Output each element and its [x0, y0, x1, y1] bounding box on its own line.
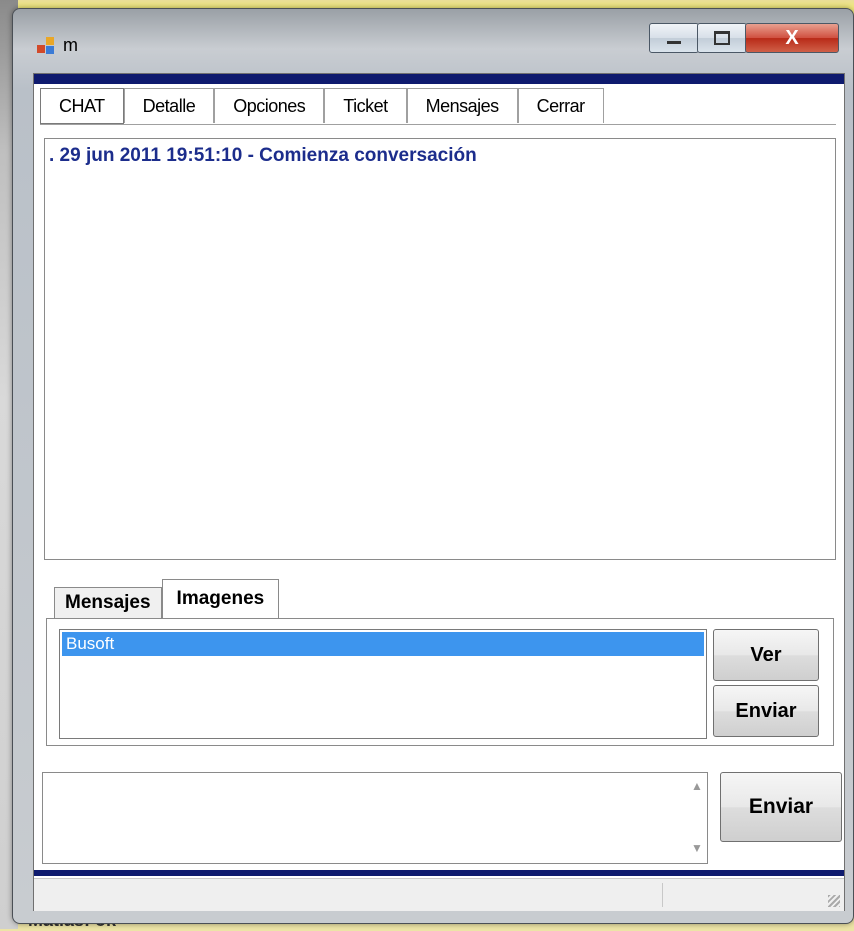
scroll-down-icon[interactable]: ▼: [691, 841, 703, 855]
close-button[interactable]: X: [745, 23, 839, 53]
send-image-button[interactable]: Enviar: [713, 685, 819, 737]
minimize-button[interactable]: [649, 23, 699, 53]
message-input[interactable]: ▲ ▼: [42, 772, 708, 864]
app-icon: [37, 37, 55, 55]
tab-opciones[interactable]: Opciones: [214, 88, 325, 123]
scroll-up-icon[interactable]: ▲: [691, 779, 703, 793]
resize-grip-icon[interactable]: [828, 895, 840, 907]
tab-mensajes[interactable]: Mensajes: [406, 88, 518, 123]
accent-bar-bottom: [34, 870, 844, 876]
title-bar[interactable]: m X: [13, 9, 853, 71]
message-scrollbar[interactable]: ▲ ▼: [687, 773, 707, 863]
main-tab-strip: CHAT Detalle Opciones Ticket Mensajes Ce…: [40, 88, 604, 124]
status-separator: [662, 883, 663, 907]
status-bar: [34, 878, 844, 911]
attachments-panel: Mensajes Imagenes Busoft Ver Enviar: [44, 578, 838, 756]
client-area: CHAT Detalle Opciones Ticket Mensajes Ce…: [33, 73, 845, 911]
tab-cerrar[interactable]: Cerrar: [517, 88, 604, 123]
subtab-imagenes[interactable]: Imagenes: [161, 579, 280, 618]
image-list-item[interactable]: Busoft: [62, 632, 704, 656]
send-message-button[interactable]: Enviar: [720, 772, 842, 842]
chat-transcript[interactable]: . 29 jun 2011 19:51:10 - Comienza conver…: [44, 138, 836, 560]
maximize-icon: [714, 31, 730, 45]
chat-line: . 29 jun 2011 19:51:10 - Comienza conver…: [49, 145, 477, 166]
app-window: m X CHAT Detalle Opciones Ticket Mensaje…: [12, 8, 854, 924]
minimize-icon: [667, 40, 681, 44]
maximize-button[interactable]: [697, 23, 747, 53]
images-tab-body: Busoft Ver Enviar: [46, 618, 834, 746]
window-title: m: [63, 35, 78, 55]
image-list[interactable]: Busoft: [59, 629, 707, 739]
tab-detalle[interactable]: Detalle: [123, 88, 215, 123]
sub-tab-strip: Mensajes Imagenes: [54, 578, 280, 618]
subtab-mensajes[interactable]: Mensajes: [54, 587, 162, 618]
accent-bar-top: [34, 74, 844, 84]
view-image-button[interactable]: Ver: [713, 629, 819, 681]
caption-buttons: X: [649, 23, 839, 53]
tab-chat[interactable]: CHAT: [40, 88, 124, 124]
tab-divider: [40, 124, 836, 125]
list-item-underline: [62, 656, 214, 658]
tab-ticket[interactable]: Ticket: [324, 88, 407, 123]
